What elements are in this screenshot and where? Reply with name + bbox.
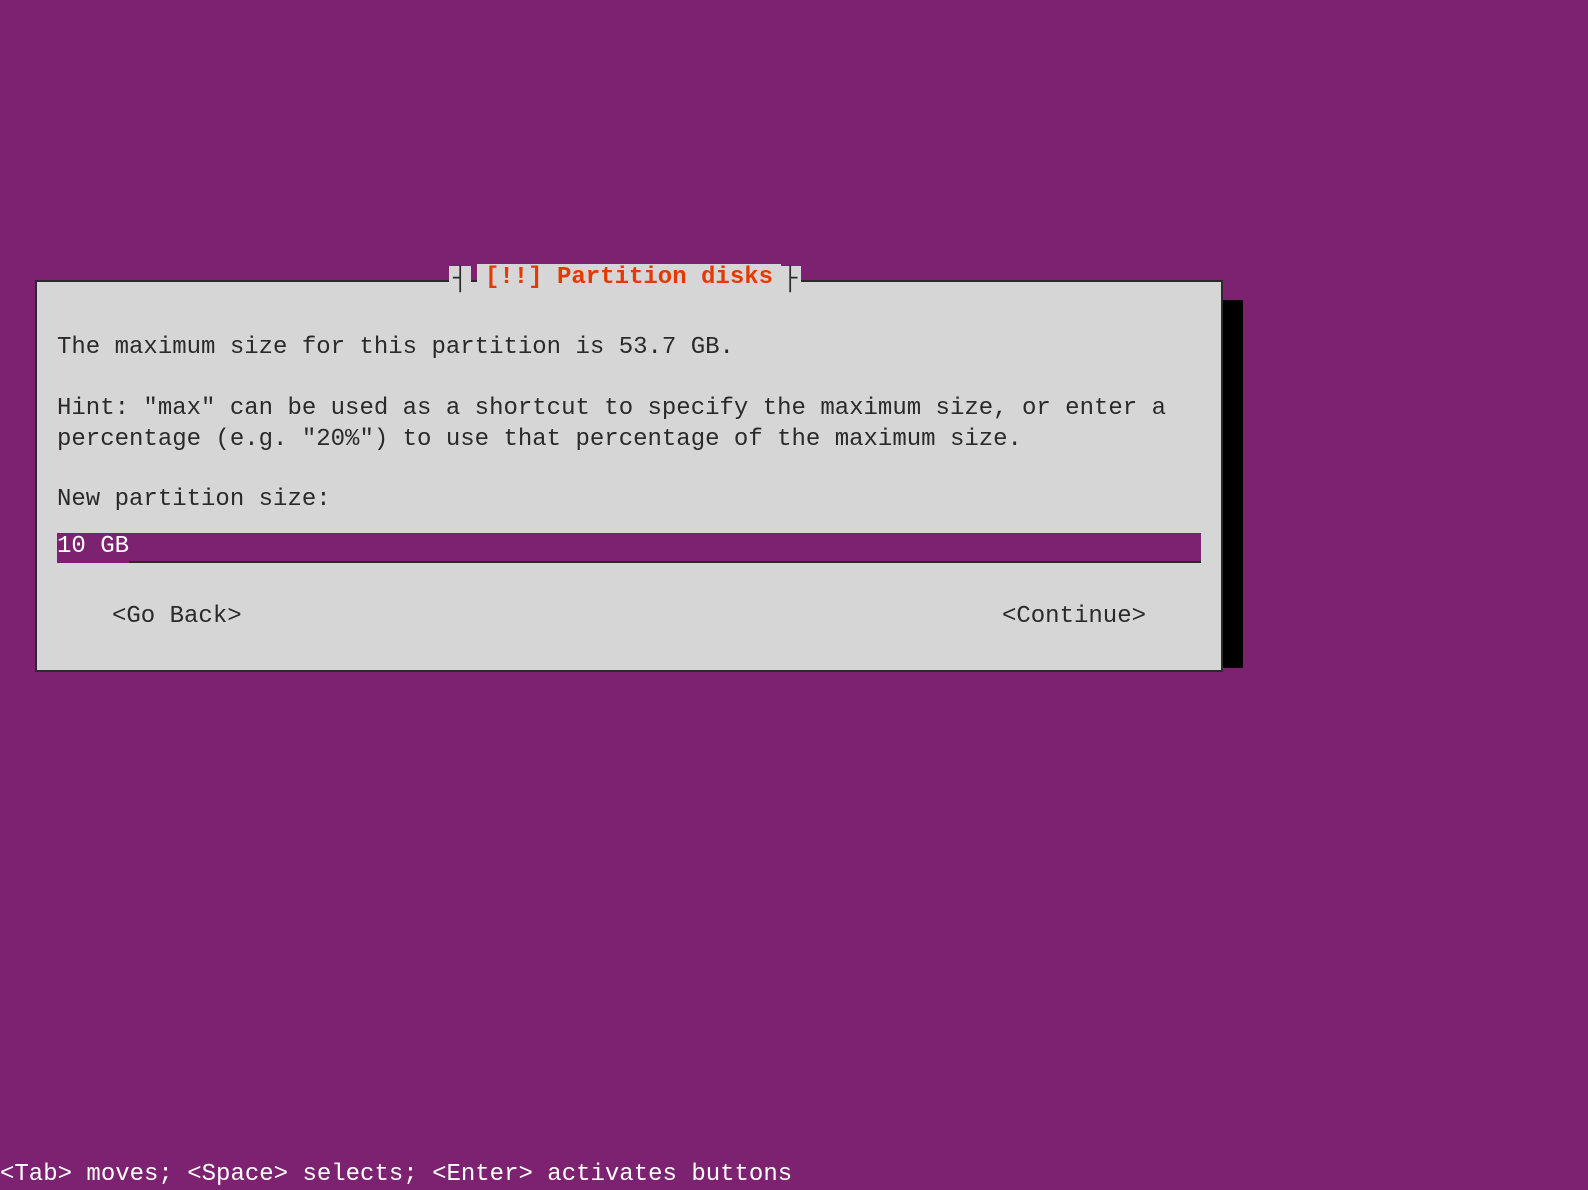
button-row: <Go Back> <Continue>	[57, 603, 1201, 630]
status-bar: <Tab> moves; <Space> selects; <Enter> ac…	[0, 1159, 1588, 1190]
hint-text: Hint: "max" can be used as a shortcut to…	[57, 393, 1201, 455]
prompt-label: New partition size:	[57, 486, 1201, 513]
info-text: The maximum size for this partition is 5…	[57, 332, 1201, 363]
input-remainder	[129, 533, 1201, 563]
input-value: 10 GB	[57, 533, 129, 563]
continue-button[interactable]: <Continue>	[1002, 603, 1146, 630]
partition-dialog: ┤ [!!] Partition disks ├ The maximum siz…	[35, 280, 1223, 672]
title-bracket-left: ┤	[449, 266, 471, 293]
go-back-button[interactable]: <Go Back>	[112, 603, 242, 630]
dialog-title: [!!] Partition disks	[477, 264, 781, 291]
title-bracket-right: ├	[779, 266, 801, 293]
partition-size-input[interactable]: 10 GB	[57, 533, 1201, 563]
